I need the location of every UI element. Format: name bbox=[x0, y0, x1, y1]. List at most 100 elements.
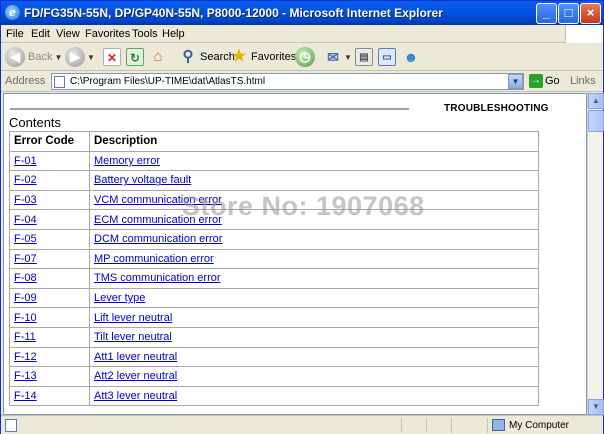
scroll-down-arrow-icon[interactable]: ▼ bbox=[588, 399, 604, 415]
back-label: Back bbox=[28, 51, 53, 63]
description-link[interactable]: Tilt lever neutral bbox=[89, 326, 539, 348]
maximize-button[interactable]: □ bbox=[558, 3, 579, 24]
scroll-up-arrow-icon[interactable]: ▲ bbox=[588, 93, 604, 109]
status-divider bbox=[451, 418, 452, 433]
table-row: F-02 Battery voltage fault bbox=[9, 170, 539, 191]
links-toolbar-button[interactable]: Links bbox=[570, 75, 596, 87]
description-link[interactable]: TMS communication error bbox=[89, 268, 539, 289]
menu-file[interactable]: File bbox=[6, 28, 24, 40]
table-row: F-08 TMS communication error bbox=[9, 268, 539, 289]
mail-icon: ✉ bbox=[327, 49, 339, 65]
favorites-star-icon: ★ bbox=[231, 48, 247, 65]
address-dropdown-chevron-icon[interactable]: ▼ bbox=[508, 74, 523, 89]
description-link[interactable]: Att2 lever neutral bbox=[89, 366, 539, 387]
table-row: F-01 Memory error bbox=[9, 150, 539, 172]
scrollbar-thumb[interactable] bbox=[588, 110, 604, 132]
error-code-link[interactable]: F-04 bbox=[9, 209, 90, 230]
column-header-error-code: Error Code bbox=[9, 131, 90, 152]
back-arrow-icon: ◀ bbox=[5, 47, 25, 67]
forward-arrow-icon: ▶ bbox=[65, 47, 85, 67]
error-code-link[interactable]: F-03 bbox=[9, 189, 90, 211]
error-code-link[interactable]: F-05 bbox=[9, 228, 90, 250]
printer-icon: ▤ bbox=[355, 48, 373, 66]
forward-history-chevron-icon[interactable]: ▼ bbox=[87, 53, 95, 62]
windows-logo-icon bbox=[565, 25, 603, 43]
description-link[interactable]: Att1 lever neutral bbox=[89, 346, 539, 368]
description-link[interactable]: DCM communication error bbox=[89, 228, 539, 250]
description-link[interactable]: Lever type bbox=[89, 287, 539, 309]
internet-explorer-icon: e bbox=[5, 5, 20, 20]
stop-button[interactable]: ✕ bbox=[103, 46, 121, 68]
table-row: F-14 Att3 lever neutral bbox=[9, 385, 539, 407]
table-row: F-13 Att2 lever neutral bbox=[9, 366, 539, 387]
menu-edit[interactable]: Edit bbox=[31, 28, 50, 40]
stop-icon: ✕ bbox=[103, 48, 121, 66]
menu-help[interactable]: Help bbox=[162, 28, 185, 40]
history-button[interactable]: ◷ bbox=[295, 46, 315, 68]
menu-view[interactable]: View bbox=[56, 28, 80, 40]
go-arrow-icon[interactable]: → bbox=[529, 74, 543, 88]
favorites-button[interactable]: ★ Favorites bbox=[230, 46, 296, 68]
minimize-button[interactable]: _ bbox=[536, 3, 557, 24]
error-code-link[interactable]: F-02 bbox=[9, 170, 90, 191]
refresh-icon: ↻ bbox=[126, 48, 144, 66]
table-row: F-07 MP communication error bbox=[9, 248, 539, 270]
table-row: F-12 Att1 lever neutral bbox=[9, 346, 539, 368]
page-content[interactable]: TROUBLESHOOTING Contents Error Code Desc… bbox=[3, 93, 587, 415]
menu-bar: File Edit View Favorites Tools Help bbox=[1, 25, 603, 43]
error-code-link[interactable]: F-11 bbox=[9, 326, 90, 348]
messenger-icon: ☻ bbox=[403, 49, 419, 65]
column-header-description: Description bbox=[89, 131, 539, 152]
error-code-table: Error Code Description F-01 Memory error F… bbox=[9, 131, 539, 407]
menu-favorites[interactable]: Favorites bbox=[85, 28, 130, 40]
refresh-button[interactable]: ↻ bbox=[126, 46, 144, 68]
print-button[interactable]: ▤ bbox=[355, 46, 373, 68]
status-divider bbox=[426, 418, 427, 433]
menu-tools[interactable]: Tools bbox=[132, 28, 158, 40]
description-link[interactable]: Memory error bbox=[89, 150, 539, 172]
error-code-link[interactable]: F-09 bbox=[9, 287, 90, 309]
description-link[interactable]: Att3 lever neutral bbox=[89, 385, 539, 407]
vertical-scrollbar[interactable]: ▲ ▼ bbox=[587, 93, 604, 415]
mail-chevron-icon[interactable]: ▼ bbox=[344, 53, 352, 62]
contents-heading: Contents bbox=[9, 115, 62, 130]
close-button[interactable]: × bbox=[580, 3, 601, 24]
back-button[interactable]: ◀ Back ▼ bbox=[5, 46, 62, 68]
favorites-label: Favorites bbox=[251, 51, 297, 63]
error-code-link[interactable]: F-08 bbox=[9, 268, 90, 289]
address-label: Address bbox=[5, 75, 46, 87]
back-history-chevron-icon[interactable]: ▼ bbox=[54, 53, 62, 62]
search-icon: ⚲ bbox=[182, 48, 194, 65]
description-link[interactable]: Battery voltage fault bbox=[89, 170, 539, 191]
status-divider bbox=[401, 418, 402, 433]
table-row: F-10 Lift lever neutral bbox=[9, 307, 539, 328]
mail-button[interactable]: ✉ ▼ bbox=[324, 46, 352, 68]
messenger-button[interactable]: ☻ bbox=[402, 46, 420, 68]
error-code-link[interactable]: F-12 bbox=[9, 346, 90, 368]
home-button[interactable]: ⌂ bbox=[149, 46, 167, 68]
description-link[interactable]: Lift lever neutral bbox=[89, 307, 539, 328]
error-code-link[interactable]: F-14 bbox=[9, 385, 90, 407]
address-input[interactable]: C:\Program Files\UP-TIME\dat\AtlasTS.htm… bbox=[51, 73, 524, 90]
page-icon bbox=[54, 76, 65, 88]
table-row: F-09 Lever type bbox=[9, 287, 539, 309]
edit-button[interactable]: ▭ bbox=[378, 46, 396, 68]
error-code-link[interactable]: F-13 bbox=[9, 366, 90, 387]
table-row: F-05 DCM communication error bbox=[9, 228, 539, 250]
section-header: TROUBLESHOOTING bbox=[444, 103, 549, 114]
title-bar[interactable]: e FD/FG35N-55N, DP/GP40N-55N, P8000-1200… bbox=[1, 1, 603, 25]
error-code-link[interactable]: F-01 bbox=[9, 150, 90, 172]
home-icon: ⌂ bbox=[153, 48, 163, 65]
standard-toolbar: ◀ Back ▼ ▶ ▼ ✕ ↻ ⌂ ⚲ Search ★ Favorites … bbox=[1, 43, 603, 71]
description-link[interactable]: MP communication error bbox=[89, 248, 539, 270]
search-button[interactable]: ⚲ Search bbox=[179, 46, 235, 68]
forward-button[interactable]: ▶ ▼ bbox=[65, 46, 95, 68]
go-button[interactable]: Go bbox=[545, 75, 560, 87]
error-code-link[interactable]: F-07 bbox=[9, 248, 90, 270]
error-code-link[interactable]: F-10 bbox=[9, 307, 90, 328]
edit-page-icon: ▭ bbox=[378, 48, 396, 66]
security-zone-label: My Computer bbox=[509, 420, 570, 431]
status-bar: My Computer bbox=[1, 415, 603, 434]
window-title: FD/FG35N-55N, DP/GP40N-55N, P8000-12000 … bbox=[24, 6, 443, 20]
document-done-icon bbox=[5, 419, 17, 432]
